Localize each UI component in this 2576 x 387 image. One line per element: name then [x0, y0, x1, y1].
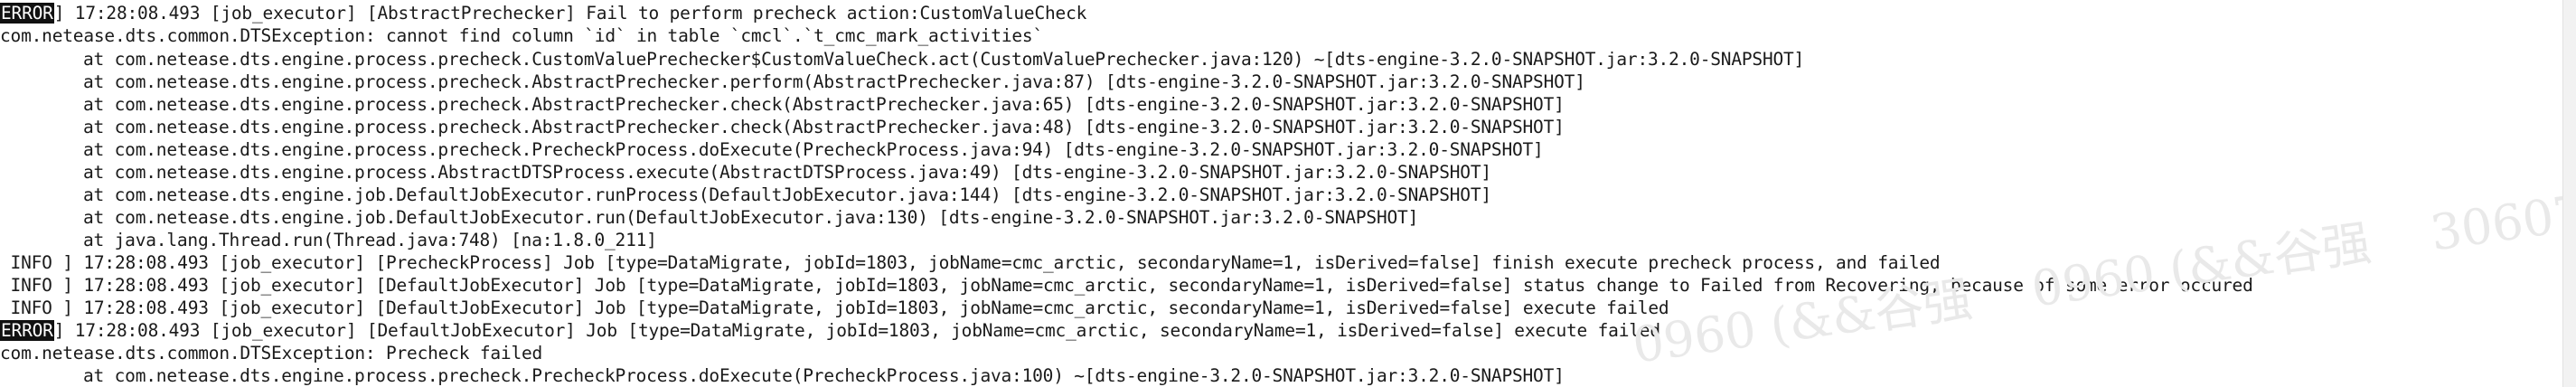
log-text: at com.netease.dts.engine.process.preche…	[83, 49, 1805, 70]
log-text: com.netease.dts.common.DTSException: Pre…	[0, 343, 543, 363]
log-text: at com.netease.dts.engine.process.preche…	[83, 71, 1585, 92]
log-text: INFO ] 17:28:08.493 [job_executor] [Defa…	[0, 297, 1669, 318]
error-badge: ERROR	[0, 320, 54, 341]
log-text: com.netease.dts.common.DTSException: can…	[0, 25, 1043, 46]
log-text: INFO ] 17:28:08.493 [job_executor] [Defa…	[0, 275, 2253, 296]
log-text: at com.netease.dts.engine.process.preche…	[83, 139, 1544, 160]
log-text: at com.netease.dts.engine.process.preche…	[83, 94, 1565, 115]
log-text: at com.netease.dts.engine.job.DefaultJob…	[83, 184, 1491, 205]
error-badge: ERROR	[0, 3, 54, 24]
log-text: at java.lang.Thread.run(Thread.java:748)…	[83, 230, 657, 250]
log-text: at com.netease.dts.engine.process.preche…	[83, 365, 1565, 386]
log-text: ] 17:28:08.493 [job_executor] [DefaultJo…	[53, 320, 1660, 341]
log-console[interactable]: ERROR] 17:28:08.493 [job_executor] [Abst…	[0, 0, 2563, 387]
log-text: at com.netease.dts.engine.process.Abstra…	[83, 162, 1491, 183]
log-text: at com.netease.dts.engine.process.preche…	[83, 117, 1565, 137]
log-text: at com.netease.dts.engine.job.DefaultJob…	[83, 207, 1419, 228]
log-text: INFO ] 17:28:08.493 [job_executor] [Prec…	[0, 252, 1941, 273]
vertical-scrollbar[interactable]	[2562, 0, 2576, 387]
log-text: ] 17:28:08.493 [job_executor] [AbstractP…	[53, 3, 1087, 24]
stack-frame-line: at com.netease.dts.engine.process.preche…	[83, 363, 1565, 387]
